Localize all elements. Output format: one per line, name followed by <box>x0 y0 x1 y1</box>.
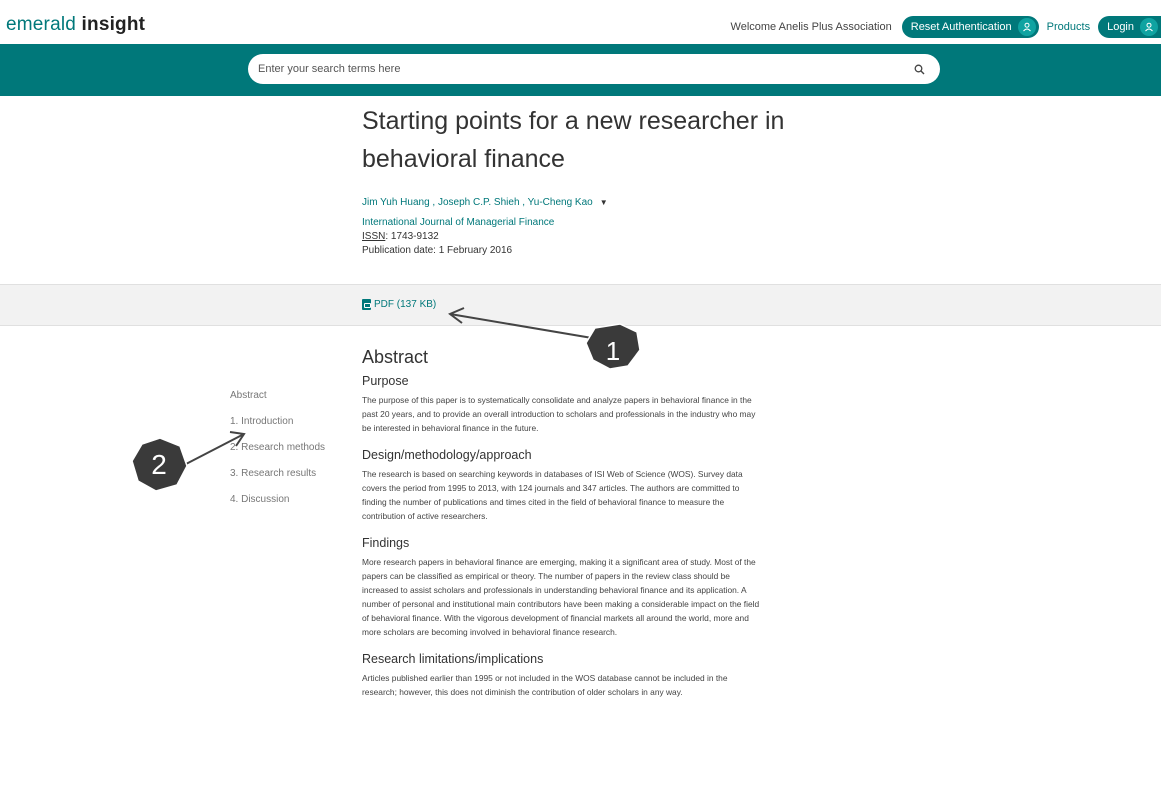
toc-item-introduction[interactable]: 1. Introduction <box>230 414 325 440</box>
section-text: The purpose of this paper is to systemat… <box>362 395 756 433</box>
search-box <box>248 54 940 84</box>
products-link[interactable]: Products <box>1047 21 1090 33</box>
pdf-icon <box>362 299 371 310</box>
top-nav: Welcome Anelis Plus Association Reset Au… <box>731 16 1161 38</box>
toc-item-abstract[interactable]: Abstract <box>230 388 325 414</box>
badge-2-number: 2 <box>151 449 167 480</box>
section-heading: Findings <box>362 536 410 550</box>
section-text: The research is based on searching keywo… <box>362 469 743 521</box>
authors-link[interactable]: Jim Yuh Huang , Joseph C.P. Shieh , Yu-C… <box>362 196 593 210</box>
article-meta: Jim Yuh Huang , Joseph C.P. Shieh , Yu-C… <box>362 196 608 258</box>
pdf-download-link[interactable]: PDF (137 KB) <box>362 299 436 310</box>
toc-item-research-results[interactable]: 3. Research results <box>230 466 325 492</box>
table-of-contents: Abstract 1. Introduction 2. Research met… <box>230 388 325 518</box>
badge-2: 2 <box>131 437 188 492</box>
reset-authentication-button[interactable]: Reset Authentication <box>901 16 1039 38</box>
toc-item-research-methods[interactable]: 2. Research methods <box>230 440 325 466</box>
toc-item-discussion[interactable]: 4. Discussion <box>230 492 325 518</box>
search-input[interactable] <box>258 63 912 75</box>
section-text: Articles published earlier than 1995 or … <box>362 673 728 697</box>
abstract-content: Abstract Purpose The purpose of this pap… <box>362 345 762 711</box>
article-title: Starting points for a new researcher in … <box>362 107 785 173</box>
logo-light-text: emerald <box>6 14 77 35</box>
journal-link[interactable]: International Journal of Managerial Fina… <box>362 216 608 230</box>
emerald-insight-logo[interactable]: emerald insight <box>6 14 145 36</box>
pdf-label: PDF (137 KB) <box>374 299 437 310</box>
publication-date: Publication date: 1 February 2016 <box>362 245 513 256</box>
issn-label: ISSN <box>362 231 386 242</box>
search-icon[interactable] <box>912 62 926 76</box>
login-button[interactable]: Login <box>1098 16 1161 38</box>
top-bar: emerald insight Welcome Anelis Plus Asso… <box>0 0 1161 44</box>
section-heading: Research limitations/implications <box>362 652 544 666</box>
chevron-down-icon[interactable]: ▼ <box>600 196 608 210</box>
section-heading: Purpose <box>362 374 409 388</box>
user-icon <box>1017 18 1036 36</box>
authors-row: Jim Yuh Huang , Joseph C.P. Shieh , Yu-C… <box>362 196 608 210</box>
search-band <box>0 44 1161 96</box>
welcome-text: Welcome Anelis Plus Association <box>730 21 892 33</box>
section-text: More research papers in behavioral finan… <box>362 557 760 637</box>
issn-row: ISSN: 1743-9132 <box>362 230 608 244</box>
abstract-heading: Abstract <box>362 347 429 367</box>
section-heading: Design/methodology/approach <box>362 448 532 462</box>
logo-bold-text: insight <box>81 14 146 35</box>
pdf-band: PDF (137 KB) <box>0 284 1161 326</box>
login-label: Login <box>1107 21 1134 33</box>
reset-authentication-label: Reset Authentication <box>910 21 1012 33</box>
user-icon <box>1140 18 1158 36</box>
issn-value: : 1743-9132 <box>385 231 439 242</box>
